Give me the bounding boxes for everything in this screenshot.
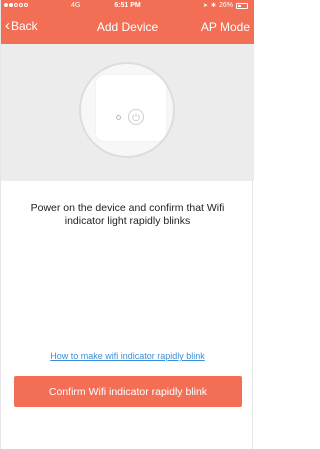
ap-mode-button[interactable]: AP Mode (201, 20, 250, 34)
phone-screen: 4G 6:51 PM ➤ ✱ 26% ‹ Back Add Device AP … (0, 0, 254, 449)
location-arrow-icon: ➤ (202, 3, 208, 9)
device-illustration-circle (79, 62, 175, 158)
confirm-button[interactable]: Confirm Wifi indicator rapidly blink (14, 376, 242, 407)
power-icon (128, 109, 144, 125)
bluetooth-icon: ✱ (210, 3, 216, 9)
indicator-light-icon (116, 115, 121, 120)
battery-percent: 26% (218, 2, 233, 9)
instruction-text: Power on the device and confirm that Wif… (30, 202, 225, 227)
device-illustration-area (1, 44, 254, 181)
battery-icon (236, 2, 248, 9)
help-link[interactable]: How to make wifi indicator rapidly blink (1, 351, 254, 361)
device-icon (96, 75, 166, 141)
status-bar: 4G 6:51 PM ➤ ✱ 26% (1, 0, 254, 13)
status-right-group: ➤ ✱ 26% (203, 2, 248, 9)
navigation-bar: ‹ Back Add Device AP Mode (1, 13, 254, 44)
